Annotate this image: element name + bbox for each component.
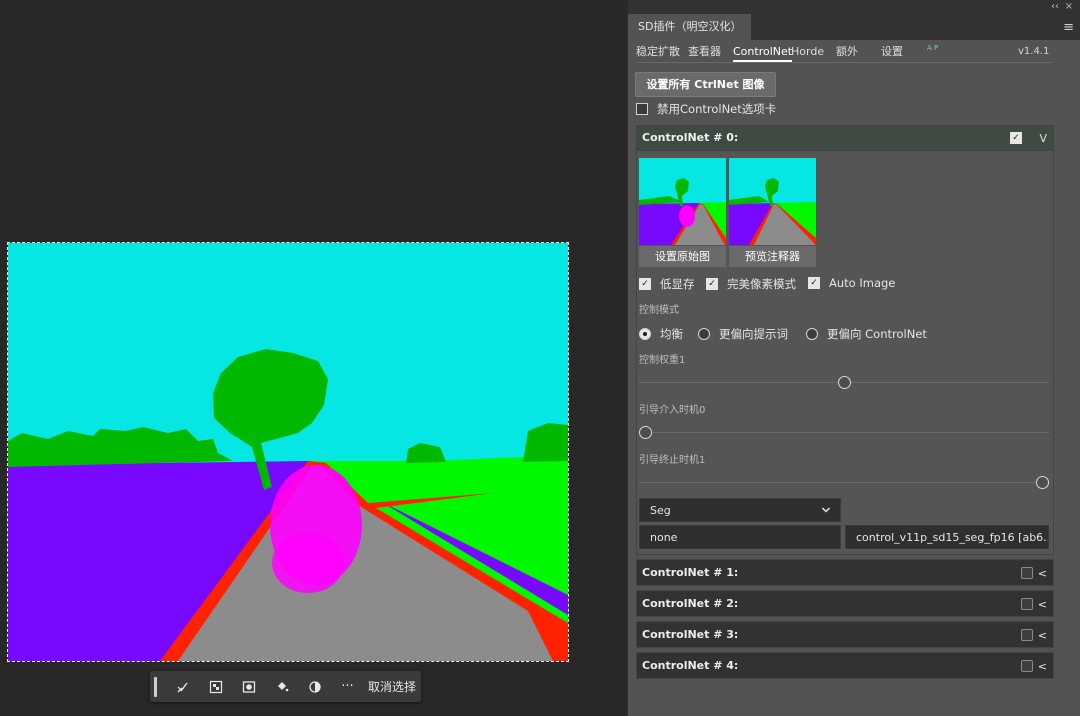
guidance-start-label: 引导介入时机0	[639, 405, 706, 416]
preprocessor-field[interactable]: none	[639, 525, 841, 549]
low-vram-checkbox[interactable]: ✓	[639, 278, 651, 290]
tab-ap[interactable]: A P	[927, 40, 938, 56]
panel-menu-icon[interactable]: ≡	[1063, 20, 1074, 35]
mode-balanced-label: 均衡	[660, 327, 683, 341]
chevron-down-icon[interactable]: V	[1039, 126, 1047, 152]
guidance-end-slider-thumb[interactable]	[1036, 476, 1049, 489]
version-label: v1.4.1	[1018, 46, 1050, 57]
disable-controlnet-tab-label: 禁用ControlNet选项卡	[657, 102, 777, 116]
guidance-end-label: 引导终止时机1	[639, 455, 706, 466]
guidance-start-slider-thumb[interactable]	[639, 426, 652, 439]
document-canvas[interactable]	[7, 242, 569, 662]
controlnet-unit-2[interactable]: ControlNet # 2: <	[636, 590, 1054, 617]
model-field[interactable]: control_v11p_sd15_seg_fp16 [ab6...	[845, 525, 1049, 549]
disable-controlnet-tab-checkbox[interactable]	[636, 103, 648, 115]
disable-controlnet-tab-row[interactable]: 禁用ControlNet选项卡	[636, 101, 776, 117]
sd-plugin-panel: ‹‹ × SD插件（明空汉化） ≡ 稳定扩散 查看器 ControlNet Ho…	[627, 0, 1080, 716]
control-mode-label: 控制模式	[639, 305, 679, 316]
auto-image-checkbox[interactable]: ✓	[808, 277, 820, 289]
controlnet-unit-4-enable-checkbox[interactable]	[1021, 660, 1033, 672]
panel-tab-bar: SD插件（明空汉化） ≡	[628, 14, 1080, 40]
controlnet-unit-3[interactable]: ControlNet # 3: <	[636, 621, 1054, 648]
more-icon[interactable]: ···	[331, 671, 364, 702]
mode-prompt-row[interactable]: 更偏向提示词	[698, 326, 788, 342]
drag-handle[interactable]	[154, 676, 157, 697]
set-source-image-button[interactable]: 设置原始图	[639, 246, 726, 267]
contextual-task-bar: ··· 取消选择	[150, 671, 421, 702]
mode-prompt-radio[interactable]	[698, 328, 710, 340]
controlnet-unit-2-title: ControlNet # 2:	[642, 597, 739, 610]
panel-top-strip: ‹‹ ×	[628, 0, 1080, 14]
tab-controlnet[interactable]: ControlNet	[733, 44, 793, 62]
guidance-start-slider[interactable]	[639, 432, 1049, 433]
controlnet-unit-0-header[interactable]: ControlNet # 0: ✓ V	[637, 126, 1053, 151]
controlnet-unit-1-enable-checkbox[interactable]	[1021, 567, 1033, 579]
controlnet-unit-1-title: ControlNet # 1:	[642, 566, 739, 579]
set-all-ctrlnet-images-button[interactable]: 设置所有 CtrlNet 图像	[635, 72, 776, 97]
controlnet-unit-0-enable-checkbox[interactable]: ✓	[1010, 132, 1022, 144]
contrast-icon[interactable]	[298, 671, 331, 702]
controlnet-unit-3-title: ControlNet # 3:	[642, 628, 739, 641]
plugin-subtabs: 稳定扩散 查看器 ControlNet Horde 额外 设置 A P v1.4…	[636, 44, 1052, 63]
chevron-left-icon[interactable]: <	[1038, 653, 1047, 680]
mode-prompt-label: 更偏向提示词	[719, 327, 788, 341]
chevron-left-icon[interactable]: <	[1038, 560, 1047, 587]
chevron-left-icon[interactable]: <	[1038, 591, 1047, 618]
mode-balanced-row[interactable]: 均衡	[639, 326, 683, 342]
pixel-perfect-row[interactable]: ✓ 完美像素模式	[706, 276, 796, 292]
collapse-panel-icon[interactable]: ‹‹	[1051, 0, 1059, 14]
controlnet-unit-1[interactable]: ControlNet # 1: <	[636, 559, 1054, 586]
auto-image-row[interactable]: ✓ Auto Image	[808, 276, 895, 290]
mode-controlnet-label: 更偏向 ControlNet	[827, 327, 927, 341]
deselect-button[interactable]: 取消选择	[368, 678, 416, 695]
source-image-thumbnail	[639, 158, 726, 245]
fill-bucket-icon[interactable]	[265, 671, 298, 702]
auto-image-label: Auto Image	[829, 276, 896, 290]
control-weight-label: 控制权重1	[639, 355, 686, 366]
tab-settings[interactable]: 设置	[881, 44, 903, 60]
preprocessor-type-select[interactable]: Seg	[639, 498, 841, 522]
controlnet-unit-3-enable-checkbox[interactable]	[1021, 629, 1033, 641]
mode-controlnet-row[interactable]: 更偏向 ControlNet	[806, 326, 927, 342]
panel-tab-sd-plugin[interactable]: SD插件（明空汉化）	[628, 14, 752, 40]
tab-horde[interactable]: Horde	[791, 44, 824, 60]
tab-stable-diffusion[interactable]: 稳定扩散	[636, 44, 680, 60]
control-weight-slider-thumb[interactable]	[837, 376, 851, 389]
mode-controlnet-radio[interactable]	[806, 328, 818, 340]
preview-image-thumbnail	[729, 158, 816, 245]
preprocessor-type-value: Seg	[650, 504, 671, 517]
mode-balanced-radio[interactable]	[639, 328, 651, 340]
controlnet-unit-0-title: ControlNet # 0:	[642, 131, 739, 144]
chevron-left-icon[interactable]: <	[1038, 622, 1047, 649]
segmentation-image	[8, 243, 568, 661]
chevron-down-icon	[821, 499, 831, 523]
mask-icon[interactable]	[232, 671, 265, 702]
controlnet-unit-2-enable-checkbox[interactable]	[1021, 598, 1033, 610]
close-panel-icon[interactable]: ×	[1065, 0, 1073, 14]
guidance-end-slider[interactable]	[639, 482, 1049, 483]
controlnet-unit-4[interactable]: ControlNet # 4: <	[636, 652, 1054, 679]
controlnet-unit-4-title: ControlNet # 4:	[642, 659, 739, 672]
grid-select-icon[interactable]	[199, 671, 232, 702]
pixel-perfect-checkbox[interactable]: ✓	[706, 278, 718, 290]
pixel-perfect-label: 完美像素模式	[727, 277, 796, 291]
low-vram-label: 低显存	[660, 277, 695, 291]
preview-annotator-button[interactable]: 预览注释器	[729, 246, 816, 267]
controlnet-unit-0: ControlNet # 0: ✓ V 设置原始图 预览注释器 ✓ 低显存 ✓ …	[636, 125, 1054, 555]
tab-viewer[interactable]: 查看器	[688, 44, 721, 60]
tab-extra[interactable]: 额外	[836, 44, 858, 60]
low-vram-row[interactable]: ✓ 低显存	[639, 276, 695, 292]
brush-check-icon[interactable]	[166, 671, 199, 702]
person-lower	[272, 533, 344, 593]
